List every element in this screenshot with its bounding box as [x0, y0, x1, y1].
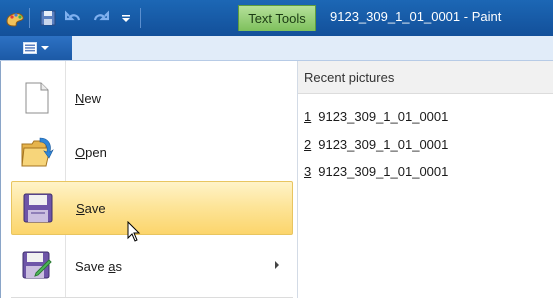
menu-item-label: Open — [75, 144, 107, 160]
recent-item[interactable]: 2 9123_309_1_01_0001 — [304, 133, 448, 155]
menu-item-label: Save — [76, 200, 106, 216]
menu-item-label: Save as — [75, 258, 122, 274]
save-icon — [20, 190, 56, 226]
quick-access-toolbar — [0, 4, 144, 32]
chevron-down-icon — [41, 46, 49, 50]
save-as-icon — [19, 248, 55, 284]
window-title: 9123_309_1_01_0001 - Paint — [330, 9, 502, 24]
recent-heading-label: Recent pictures — [304, 70, 395, 85]
menu-item-label: New — [75, 90, 102, 106]
recent-item-name: 9123_309_1_01_0001 — [318, 108, 449, 124]
paint-menu-button[interactable] — [0, 36, 72, 60]
redo-icon[interactable] — [89, 7, 111, 29]
menu-commands: New Open Save Save as — [1, 61, 298, 298]
recent-pictures-heading: Recent pictures — [298, 61, 553, 94]
recent-item[interactable]: 1 9123_309_1_01_0001 — [304, 105, 448, 127]
qat-separator — [140, 8, 141, 28]
undo-icon[interactable] — [63, 7, 85, 29]
text-tools-context-tab[interactable]: Text Tools — [238, 5, 316, 31]
open-folder-icon — [19, 134, 55, 170]
recent-item-number: 2 — [304, 136, 312, 152]
recent-item-name: 9123_309_1_01_0001 — [318, 163, 449, 179]
submenu-arrow-icon — [275, 261, 279, 269]
save-icon[interactable] — [37, 7, 59, 29]
ribbon-strip — [0, 36, 553, 61]
qat-separator — [29, 8, 30, 28]
paint-app-icon[interactable] — [4, 7, 26, 29]
recent-item-number: 1 — [304, 108, 312, 124]
recent-item-number: 3 — [304, 163, 312, 179]
mouse-cursor-icon — [127, 220, 141, 246]
menu-item-save-as[interactable]: Save as — [11, 239, 293, 293]
menu-item-open[interactable]: Open — [11, 125, 293, 179]
paint-menu-icon — [23, 42, 37, 54]
menu-item-save[interactable]: Save — [11, 181, 293, 235]
customize-qat-icon[interactable] — [115, 7, 137, 29]
new-document-icon — [19, 80, 55, 116]
recent-item-name: 9123_309_1_01_0001 — [318, 136, 449, 152]
menu-item-new[interactable]: New — [11, 71, 293, 125]
title-bar: Text Tools 9123_309_1_01_0001 - Paint — [0, 0, 553, 36]
application-menu: New Open Save Save as Recent pictures 1 … — [0, 61, 553, 298]
recent-item[interactable]: 3 9123_309_1_01_0001 — [304, 160, 448, 182]
recent-pictures-panel: Recent pictures 1 9123_309_1_01_0001 2 9… — [298, 61, 553, 298]
